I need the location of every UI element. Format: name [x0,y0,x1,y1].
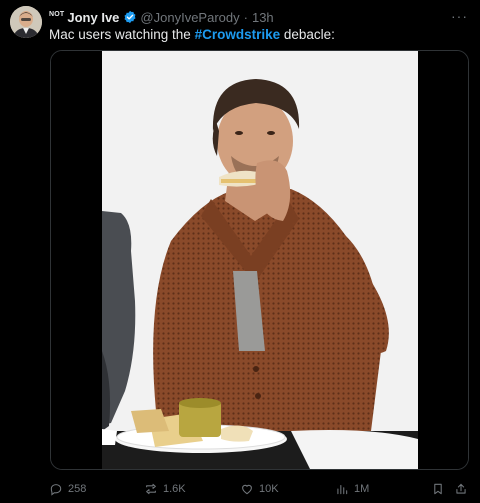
like-icon [242,484,252,495]
views-button[interactable]: 1M [335,479,369,499]
share-button[interactable] [454,479,473,499]
tweet-text-after: debacle: [280,27,335,42]
views-icon [337,484,348,495]
views-count: 1M [354,483,370,495]
verified-badge-icon[interactable] [123,10,137,24]
author-handle[interactable]: @JonyIveParody [140,10,239,25]
reply-button[interactable]: 258 [49,479,86,499]
bookmark-button[interactable] [431,479,450,499]
bookmark-icon [434,483,442,495]
hashtag-link[interactable]: #Crowdstrike [195,27,281,42]
repost-button[interactable]: 1.6K [144,479,186,499]
repost-count: 1.6K [163,483,186,495]
like-count: 10K [259,483,279,495]
reply-icon [50,484,62,496]
tweet-text-before: Mac users watching the [49,27,195,42]
reply-count: 258 [68,483,87,495]
tweet[interactable]: NOT Jony Ive @JonyIveParody · 13h ··· Ma… [0,0,480,503]
author-name-prefix[interactable]: NOT [49,11,64,18]
avatar[interactable] [10,6,42,38]
timestamp[interactable]: 13h [252,10,274,25]
more-icon[interactable]: ··· [451,8,468,24]
media-video[interactable] [50,50,469,470]
video-frame [51,51,468,469]
tweet-actions: 258 1.6K 10K 1M [49,479,469,499]
separator-dot: · [243,9,248,25]
share-icon [456,483,466,494]
tweet-text: Mac users watching the #Crowdstrike deba… [49,26,468,44]
author-name[interactable]: Jony Ive [67,10,119,25]
like-button[interactable]: 10K [240,479,279,499]
repost-icon [146,483,156,495]
tweet-header: NOT Jony Ive @JonyIveParody · 13h ··· [49,8,468,26]
